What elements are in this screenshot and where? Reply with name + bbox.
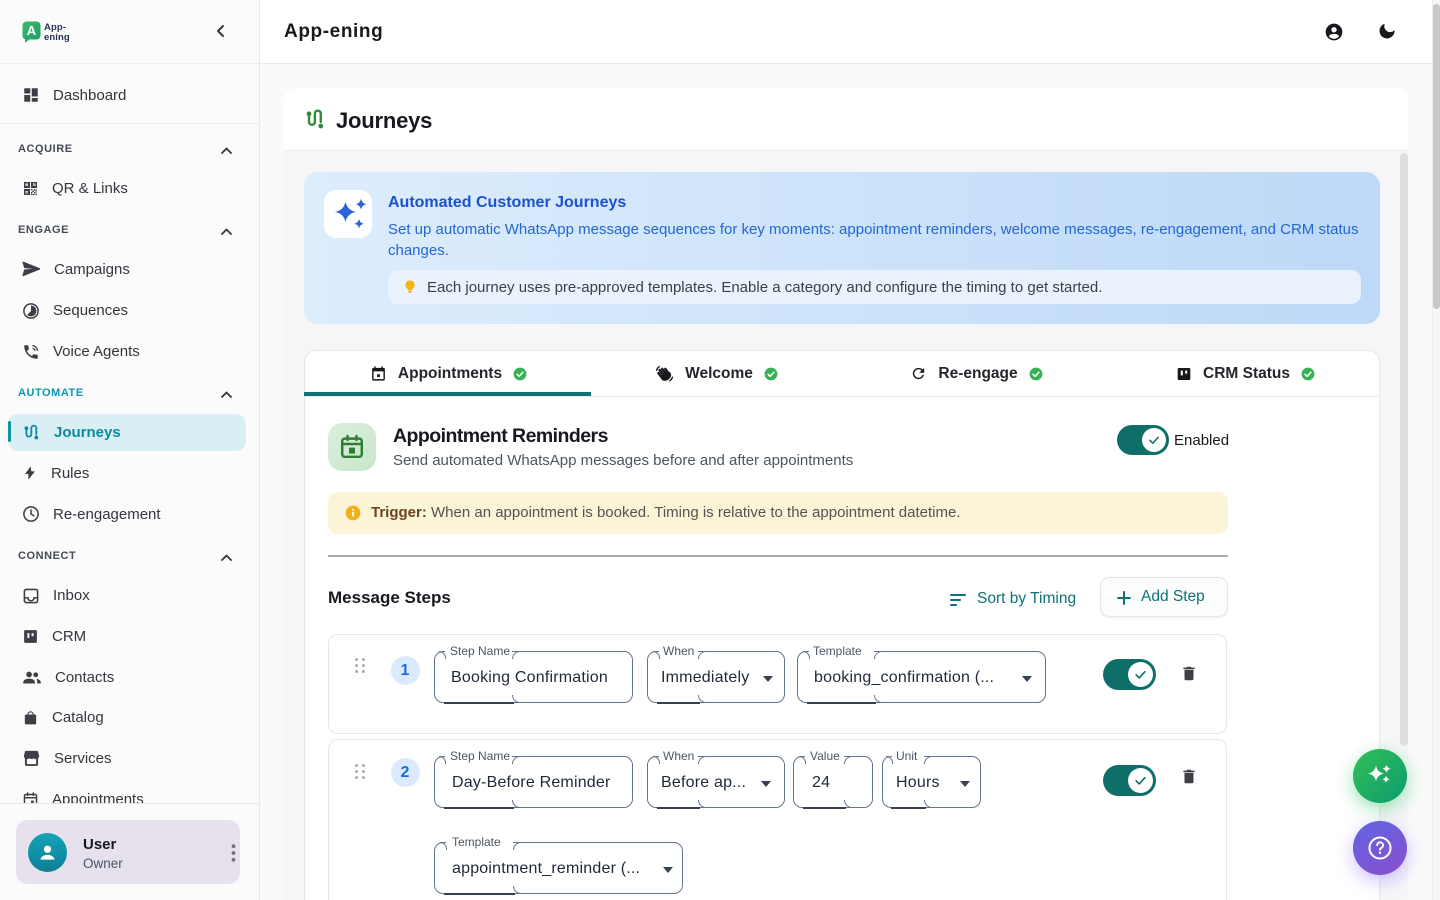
svg-text:A: A xyxy=(27,23,37,38)
